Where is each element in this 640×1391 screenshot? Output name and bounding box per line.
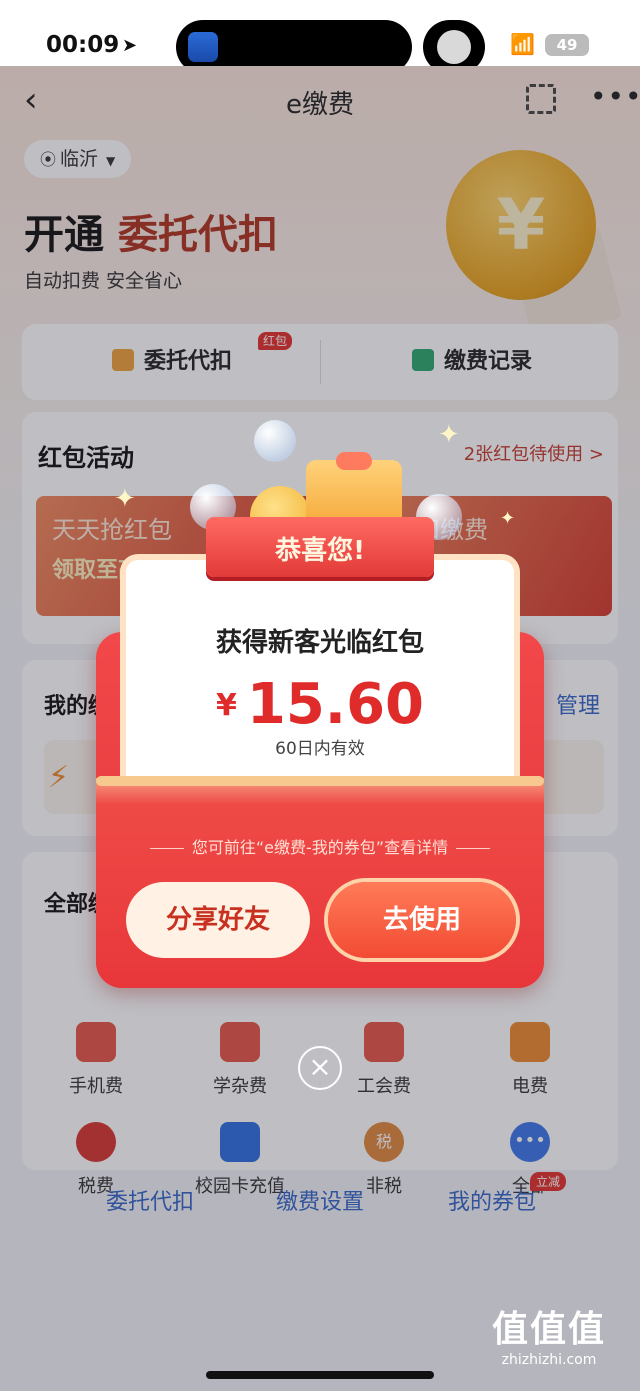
coupon-hint: 您可前往“e缴费-我的券包”查看详情 — [96, 834, 544, 858]
sparkle-icon: ✦ — [500, 508, 516, 529]
close-icon[interactable]: × — [298, 1046, 342, 1090]
wifi-icon: 📶 — [510, 32, 535, 56]
currency-symbol: ¥ — [215, 688, 237, 723]
watermark-url: zhizhizhi.com — [501, 1352, 597, 1368]
envelope-edge — [96, 776, 544, 786]
use-now-button[interactable]: 去使用 — [328, 882, 516, 958]
battery-indicator: 49 — [545, 34, 589, 56]
redpack-amount: ¥15.60 — [126, 672, 514, 737]
sparkle-icon: ✦ — [114, 484, 136, 514]
redpack-title-text: 获得新客光临红包 — [215, 628, 424, 658]
drop-bubble-icon — [254, 420, 296, 462]
divider-line — [149, 848, 184, 849]
share-friends-button[interactable]: 分享好友 — [126, 882, 310, 958]
congrats-text: 恭喜您! — [275, 536, 365, 566]
divider-line — [456, 848, 491, 849]
gift-bow-icon — [336, 452, 372, 470]
watermark-logo: 值值值 — [492, 1309, 607, 1350]
site-watermark: 值值值 zhizhizhi.com — [492, 1300, 606, 1368]
app-activity-icon — [188, 32, 218, 62]
validity-text: 60日内有效 — [275, 739, 365, 759]
coupon-hint-text: 您可前往“e缴费-我的券包”查看详情 — [191, 838, 449, 857]
amount-value: 15.60 — [246, 672, 424, 737]
home-indicator[interactable] — [206, 1371, 434, 1379]
status-time: 00:09 — [46, 32, 120, 58]
location-arrow-icon: ➤ — [122, 35, 138, 56]
sparkle-icon: ✦ — [438, 420, 460, 450]
avatar-icon — [437, 30, 471, 64]
